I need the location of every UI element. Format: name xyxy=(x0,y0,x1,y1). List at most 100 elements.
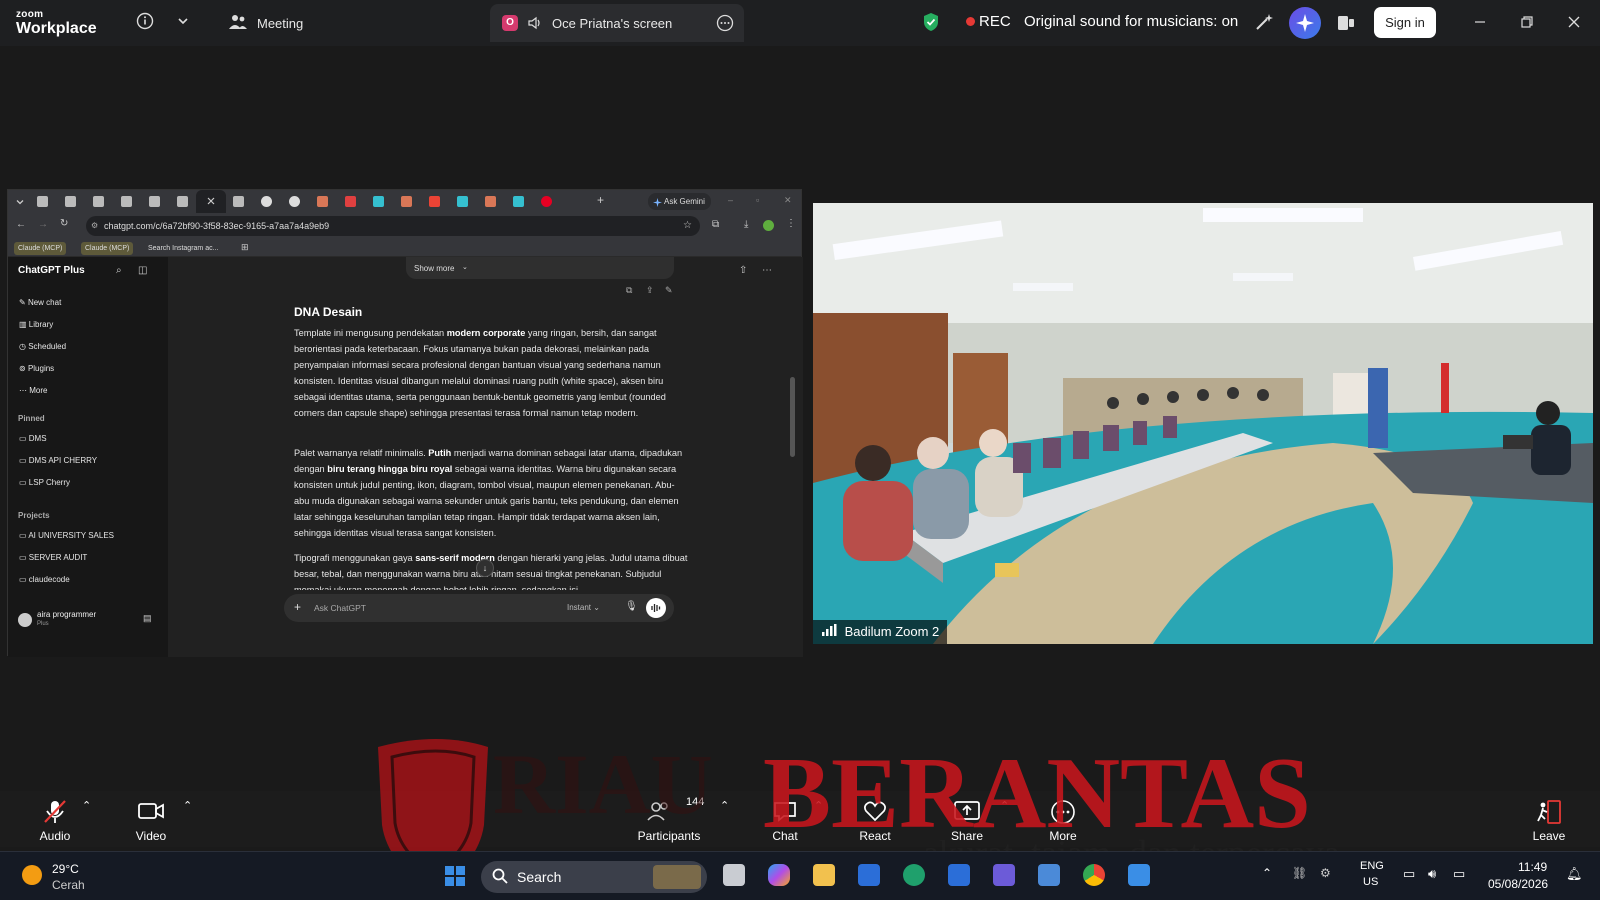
tray-settings-icon[interactable]: ⚙ xyxy=(1320,866,1331,880)
ask-gemini-button[interactable]: Ask Gemini xyxy=(648,193,711,210)
audio-options-chevron-icon[interactable]: ⌃ xyxy=(82,799,91,812)
tab-claude-icon[interactable] xyxy=(485,196,496,207)
keyboard-region[interactable]: US xyxy=(1363,876,1378,888)
chevron-down-icon[interactable] xyxy=(176,14,190,33)
keyboard-language[interactable]: ENG xyxy=(1360,860,1384,872)
tab-chatgpt-icon[interactable] xyxy=(93,196,104,207)
export-icon[interactable]: ⇪ xyxy=(646,285,654,296)
tab-pinterest-icon[interactable] xyxy=(541,196,552,207)
microsoft-store-icon[interactable] xyxy=(858,864,880,886)
pinned-item[interactable]: ▭ LSP Cherry xyxy=(19,478,70,487)
notepad-icon[interactable] xyxy=(1128,864,1150,886)
tray-overflow-chevron-icon[interactable]: ⌃ xyxy=(1262,866,1272,880)
chat-button[interactable]: Chat xyxy=(760,791,810,847)
conversation-menu-icon[interactable]: ⋯ xyxy=(762,265,772,276)
user-name[interactable]: aira programmer xyxy=(37,610,96,619)
restore-icon[interactable] xyxy=(1519,14,1535,35)
video-button[interactable]: Video xyxy=(126,791,176,847)
tab-search-icon[interactable] xyxy=(14,195,26,213)
sidebar-item-library[interactable]: ▥ Library xyxy=(19,320,53,329)
meeting-label[interactable]: Meeting xyxy=(257,16,303,31)
sidebar-toggle-icon[interactable]: ◫ xyxy=(138,265,147,276)
sidebar-item-new-chat[interactable]: ✎ New chat xyxy=(19,298,61,307)
tab-github-icon[interactable] xyxy=(289,196,300,207)
pinned-item[interactable]: ▭ DMS xyxy=(19,434,47,443)
share-options-chevron-icon[interactable]: ⌃ xyxy=(1000,799,1009,812)
composer-placeholder[interactable]: Ask ChatGPT xyxy=(314,603,366,613)
meeting-info-icon[interactable] xyxy=(136,12,154,35)
tab-shield-icon[interactable] xyxy=(373,196,384,207)
sidebar-search-icon[interactable]: ⌕ xyxy=(116,265,122,276)
remote-desktop-icon[interactable] xyxy=(1038,864,1060,886)
participants-options-chevron-icon[interactable]: ⌃ xyxy=(720,799,729,812)
scroll-down-button[interactable]: ↓ xyxy=(476,559,494,577)
pinned-item[interactable]: ▭ DMS API CHERRY xyxy=(19,456,97,465)
forward-icon[interactable]: → xyxy=(38,219,48,230)
tab-red-icon[interactable] xyxy=(345,196,356,207)
apps-grid-icon[interactable]: ⊞ xyxy=(241,242,249,253)
tab-chatgpt-icon[interactable] xyxy=(233,196,244,207)
sidebar-item-more[interactable]: ⋯ More xyxy=(19,386,47,395)
clock-date[interactable]: 05/08/2026 xyxy=(1488,877,1548,891)
active-tab[interactable] xyxy=(196,190,226,213)
chrome-icon[interactable] xyxy=(1083,864,1105,886)
voice-mode-icon[interactable] xyxy=(646,598,666,618)
copy-icon[interactable]: ⧉ xyxy=(626,285,632,296)
apps-panel-icon[interactable] xyxy=(1336,13,1356,38)
sidebar-item-scheduled[interactable]: ◷ Scheduled xyxy=(19,342,66,351)
weather-temperature[interactable]: 29°C xyxy=(52,862,79,876)
project-item[interactable]: ▭ claudecode xyxy=(19,575,70,584)
tab-chatgpt-icon[interactable] xyxy=(149,196,160,207)
tab-claude-icon[interactable] xyxy=(317,196,328,207)
share-screen-button[interactable]: Share xyxy=(942,791,992,847)
windows-start-icon[interactable] xyxy=(444,865,466,892)
tab-gmail-icon[interactable] xyxy=(429,196,440,207)
scrollbar-thumb[interactable] xyxy=(790,377,795,457)
react-button[interactable]: React xyxy=(850,791,900,847)
browser-close-icon[interactable]: ✕ xyxy=(784,195,792,206)
video-options-chevron-icon[interactable]: ⌃ xyxy=(183,799,192,812)
browser-restore-icon[interactable]: ▫ xyxy=(756,195,759,205)
profile-avatar[interactable] xyxy=(763,220,774,231)
clock-time[interactable]: 11:49 xyxy=(1518,860,1547,874)
bookmark-star-icon[interactable]: ☆ xyxy=(683,216,692,236)
project-item[interactable]: ▭ AI UNIVERSITY SALES xyxy=(19,531,114,540)
bookmark-item[interactable]: Search Instagram ac... xyxy=(144,242,222,255)
bookmark-item[interactable]: Claude (MCP) xyxy=(14,242,67,255)
browser-minimize-icon[interactable]: – xyxy=(728,195,733,205)
minimize-icon[interactable] xyxy=(1472,14,1488,35)
sign-in-button[interactable]: Sign in xyxy=(1374,7,1436,38)
tab-github-icon[interactable] xyxy=(261,196,272,207)
site-info-icon[interactable]: ⚙ xyxy=(91,216,98,236)
participants-button[interactable]: 144 Participants xyxy=(634,791,705,847)
tab-shield-icon[interactable] xyxy=(513,196,524,207)
notification-bell-icon[interactable]: 🔔︎ xyxy=(1566,866,1583,882)
tab-chatgpt-icon[interactable] xyxy=(37,196,48,207)
extensions-icon[interactable]: ⧉ xyxy=(712,219,719,230)
leave-button[interactable]: Leave xyxy=(1524,791,1574,847)
attach-plus-icon[interactable]: + xyxy=(294,600,301,614)
screen-share-indicator[interactable]: O Oce Priatna's screen xyxy=(490,4,744,42)
reload-icon[interactable]: ↻ xyxy=(60,218,68,229)
file-explorer-icon[interactable] xyxy=(813,864,835,886)
tab-chatgpt-icon[interactable] xyxy=(177,196,188,207)
user-avatar[interactable] xyxy=(18,613,32,627)
model-mode-select[interactable]: Instant ⌄ xyxy=(567,603,600,612)
copilot-icon[interactable] xyxy=(768,864,790,886)
display-icon[interactable]: ▭ xyxy=(1403,866,1415,882)
chat-options-chevron-icon[interactable]: ⌃ xyxy=(814,799,823,812)
url-field[interactable]: ⚙ chatgpt.com/c/6a72bf90-3f58-83ec-9165-… xyxy=(86,216,700,236)
browser-menu-icon[interactable]: ⋮ xyxy=(786,218,796,229)
encryption-shield-icon[interactable] xyxy=(922,12,940,37)
download-icon[interactable]: ⤓ xyxy=(744,219,748,230)
share-icon[interactable]: ⇧ xyxy=(739,265,747,276)
more-button[interactable]: More xyxy=(1038,791,1088,847)
tab-chatgpt-icon[interactable] xyxy=(65,196,76,207)
weather-sun-icon[interactable] xyxy=(22,865,42,885)
rec-label[interactable]: REC xyxy=(979,13,1011,30)
audio-button[interactable]: Audio xyxy=(30,791,80,847)
chatgpt-title[interactable]: ChatGPT Plus xyxy=(18,265,85,276)
ai-companion-icon[interactable] xyxy=(1289,7,1321,39)
battery-icon[interactable]: ▭ xyxy=(1453,866,1465,882)
volume-icon[interactable]: 🔊︎ xyxy=(1428,866,1436,882)
